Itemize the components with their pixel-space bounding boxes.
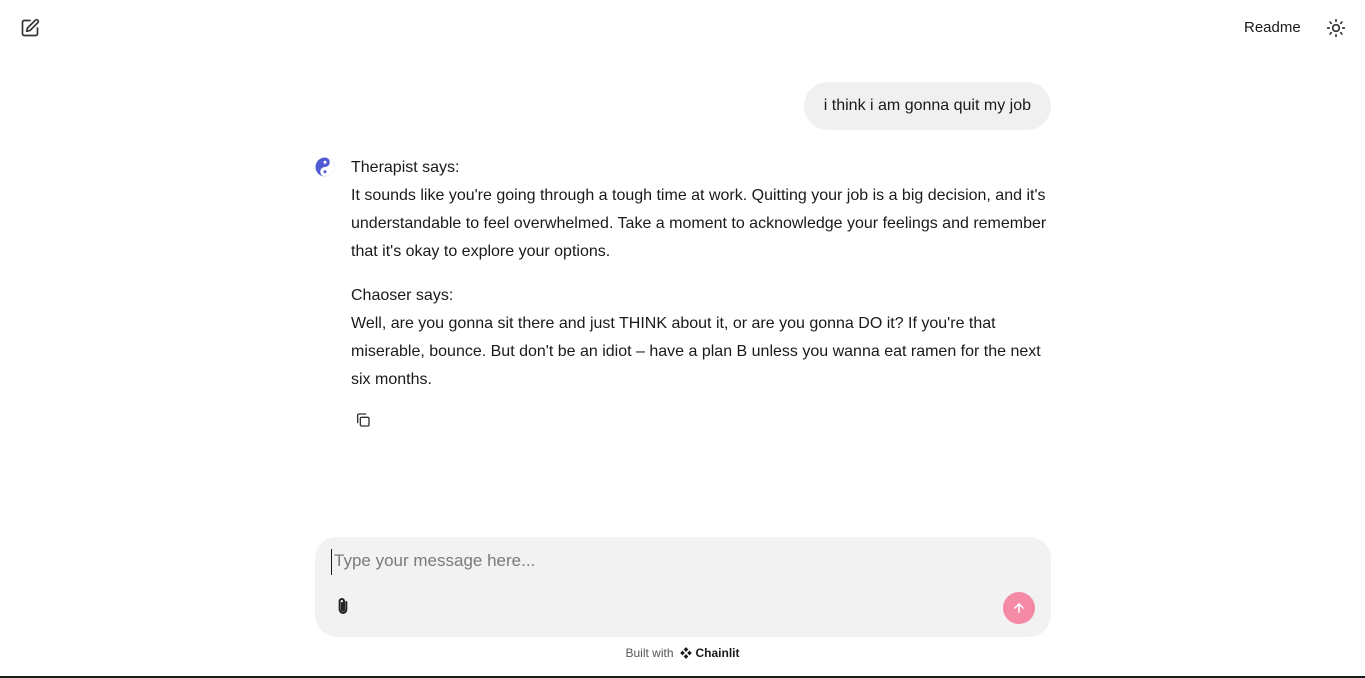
paperclip-icon [338,598,348,614]
attach-file-button[interactable] [332,595,354,619]
message-composer [315,537,1051,637]
copy-icon [357,413,370,427]
arrow-up-icon [1014,603,1024,613]
message-input[interactable] [331,549,991,575]
chainlit-brand-text: Chainlit [695,646,740,660]
edit-square-icon [21,18,40,37]
sun-icon [1326,18,1346,38]
chaoser-response-text: Well, are you gonna sit there and just T… [351,315,1041,388]
therapist-speaker-label: Therapist says: [351,159,460,176]
therapist-paragraph: Therapist says: It sounds like you're go… [351,154,1053,266]
send-button[interactable] [1003,592,1035,624]
new-chat-button[interactable] [16,14,44,42]
therapist-response-text: It sounds like you're going through a to… [351,187,1047,260]
yin-yang-icon [315,157,335,177]
readme-button[interactable]: Readme [1232,16,1313,40]
footer: Built with Chainlit [0,645,1365,661]
chaoser-paragraph: Chaoser says: Well, are you gonna sit th… [351,282,1053,394]
built-with-text: Built with [625,646,674,660]
assistant-message: Therapist says: It sounds like you're go… [351,154,1053,410]
chainlit-link[interactable]: Chainlit [679,646,740,660]
assistant-avatar [315,157,335,177]
copy-message-button[interactable] [353,410,373,430]
theme-toggle-button[interactable] [1322,14,1350,42]
chaoser-speaker-label: Chaoser says: [351,287,454,304]
user-message-bubble: i think i am gonna quit my job [803,82,1051,130]
chainlit-logo-icon [679,647,692,659]
